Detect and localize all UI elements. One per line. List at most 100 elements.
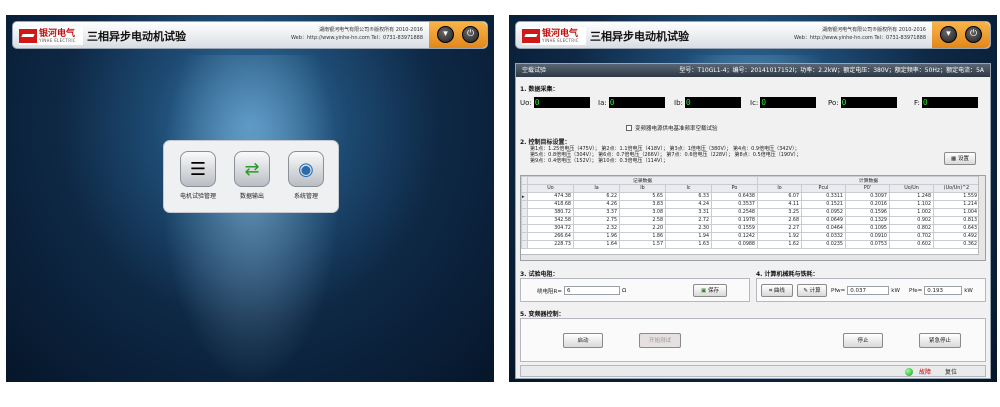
- acq-ia: Ia: 0: [598, 97, 665, 108]
- menu-item-motor-test[interactable]: ☰ 电机试验管理: [170, 151, 226, 200]
- section-inverter-title: 5. 变频器控制：: [520, 311, 565, 318]
- table-cell: 0.802: [889, 224, 934, 233]
- acq-ib: Ib: 0: [674, 97, 741, 108]
- table-row[interactable]: ▸ 474.38 6.22 5.65 6.33 0.6438 6.07 0.3311 0.309…: [521, 192, 980, 201]
- table-cell: 2.68: [757, 216, 802, 225]
- table-cell: 3.08: [619, 208, 666, 217]
- calculate-button[interactable]: ✎ 计算: [797, 284, 827, 297]
- company-info: 湖南银河电气有限公司®版权所有 2010-2016 Web：http://www…: [291, 26, 423, 42]
- save-button[interactable]: ▣ 保存: [693, 284, 727, 297]
- column-header: P0': [845, 184, 890, 193]
- menu-item-data-output[interactable]: ⇄ 数据输出: [224, 151, 280, 200]
- set-button-label: 设置: [957, 156, 969, 162]
- app-title: 三相异步电动机试验: [590, 30, 689, 43]
- minimize-icon: ▾: [946, 29, 951, 39]
- table-cell: 3.83: [619, 200, 666, 209]
- table-cell: 0.2548: [711, 208, 758, 217]
- table-cell: 228.73: [527, 240, 574, 249]
- minimize-button[interactable]: ▾: [437, 26, 454, 43]
- test-window: 空载试验 型号：T10GL1-4；编号：20141017152I；功率：2.2k…: [515, 63, 991, 379]
- resistance-input[interactable]: 6: [563, 286, 620, 295]
- table-horizontal-scrollbar[interactable]: [521, 254, 979, 260]
- minimize-button[interactable]: ▾: [940, 26, 957, 43]
- table-cell: 0.0464: [801, 224, 846, 233]
- menu-item-label: 数据输出: [239, 193, 264, 200]
- table-cell: 0.3537: [711, 200, 758, 209]
- table-row[interactable]: 342.58 2.75 2.58 2.72 0.1978 2.68 0.0649 0.1329…: [521, 216, 980, 225]
- table-row[interactable]: 380.72 3.37 3.08 3.31 0.2548 3.25 0.0952 0.1596…: [521, 208, 980, 217]
- table-row[interactable]: 228.73 1.64 1.57 1.63 0.0988 1.62 0.0235 0.0753…: [521, 240, 980, 249]
- data-table: 记录数据 计算数据 Uo Ia Ib Ic Po Io Pcul P0' Uo/…: [520, 175, 986, 261]
- start-button[interactable]: 启动: [563, 333, 603, 348]
- pfw-label: Pfw=: [831, 287, 846, 294]
- pfe-input[interactable]: 0.193: [924, 286, 963, 295]
- table-cell: 304.72: [527, 224, 574, 233]
- stop-button[interactable]: 停止: [843, 333, 883, 348]
- pfe-unit: kW: [964, 287, 973, 294]
- pfw-unit: kW: [891, 287, 900, 294]
- acq-uo: Uo: 0: [520, 97, 590, 108]
- resistance-unit: Ω: [621, 287, 627, 294]
- emergency-stop-button[interactable]: 紧急停止: [919, 333, 961, 348]
- pfe-label: Pfe=: [909, 287, 923, 294]
- target-points: 第1点：1.25倍电压（475V）； 第2点：1.1倍电压（418V）； 第3点…: [530, 146, 940, 164]
- contact-text: Web：http://www.yinhe-hn.com Tel：0731-839…: [793, 35, 926, 41]
- set-button[interactable]: ▦ 设置: [944, 152, 976, 165]
- column-header: Pcul: [801, 184, 846, 193]
- table-cell: 1.92: [757, 232, 802, 241]
- column-header: Io: [757, 184, 802, 193]
- status-indicator-icon: [905, 368, 913, 376]
- table-row[interactable]: 266.64 1.96 1.86 1.94 0.1242 1.92 0.0332 0.0910…: [521, 232, 980, 241]
- menu-item-label: 电机试验管理: [179, 193, 216, 200]
- table-cell: 4.11: [757, 200, 802, 209]
- power-button[interactable]: ⏻: [462, 26, 479, 43]
- calc-group: ⌗ 曲线 ✎ 计算 Pfw= 0.037 kW Pfe= 0.193 kW: [756, 278, 986, 302]
- power-button[interactable]: ⏻: [965, 26, 982, 43]
- curve-button[interactable]: ⌗ 曲线: [761, 284, 793, 297]
- table-cell: 0.492: [933, 232, 980, 241]
- copyright-text: 湖南银河电气有限公司®版权所有 2010-2016: [822, 27, 926, 33]
- table-cell: 1.214: [933, 200, 980, 209]
- transfer-icon: ⇄: [234, 151, 270, 187]
- table-cell: 0.813: [933, 216, 980, 225]
- save-icon: ▣: [701, 288, 708, 294]
- table-cell: 0.1329: [845, 216, 890, 225]
- settings-icon: ▦: [951, 156, 958, 162]
- table-row[interactable]: 304.72 2.32 2.20 2.30 0.1559 2.27 0.0464 0.1095…: [521, 224, 980, 233]
- table-cell: 1.248: [889, 192, 934, 201]
- table-cell: 4.24: [665, 200, 712, 209]
- table-cell: 0.3097: [845, 192, 890, 201]
- section-resistance-title: 3. 试验电阻：: [520, 271, 559, 278]
- table-cell: 0.0332: [801, 232, 846, 241]
- column-header: Ic: [665, 184, 712, 193]
- column-header: Ib: [619, 184, 666, 193]
- save-button-label: 保存: [707, 288, 719, 294]
- table-cell: 0.0988: [711, 240, 758, 249]
- checkbox-box[interactable]: [626, 125, 632, 131]
- table-cell: 0.1095: [845, 224, 890, 233]
- table-cell: 0.643: [933, 224, 980, 233]
- menu-item-label: 系统管理: [293, 193, 318, 200]
- inverter-frequency-checkbox[interactable]: 变频器电源供电基准频率空载试验: [626, 124, 718, 132]
- table-row[interactable]: 418.68 4.26 3.83 4.24 0.3537 4.11 0.1521 0.2016…: [521, 200, 980, 209]
- pfw-input[interactable]: 0.037: [847, 286, 890, 295]
- table-cell: 0.0910: [845, 232, 890, 241]
- begin-test-button[interactable]: 开始测试: [639, 333, 681, 348]
- table-cell: 0.0753: [845, 240, 890, 249]
- menu-item-system[interactable]: ◉ 系统管理: [278, 151, 334, 200]
- table-cell: 1.559: [933, 192, 980, 201]
- table-cell: 0.2016: [845, 200, 890, 209]
- acq-display: 0: [533, 97, 590, 108]
- status-bar: 故障 复位: [520, 365, 986, 377]
- table-cell: 0.1521: [801, 200, 846, 209]
- logo-mark-icon: [522, 29, 540, 43]
- table-cell: 2.27: [757, 224, 802, 233]
- document-icon: ☰: [180, 151, 216, 187]
- table-cell: 1.004: [933, 208, 980, 217]
- table-cell: 1.96: [573, 232, 620, 241]
- table-vertical-scrollbar[interactable]: [978, 176, 985, 260]
- fault-label: 故障: [919, 369, 932, 376]
- resistance-group: 绕电阻R= 6 Ω ▣ 保存: [520, 278, 750, 302]
- reset-label[interactable]: 复位: [945, 367, 957, 376]
- table-cell: 0.1242: [711, 232, 758, 241]
